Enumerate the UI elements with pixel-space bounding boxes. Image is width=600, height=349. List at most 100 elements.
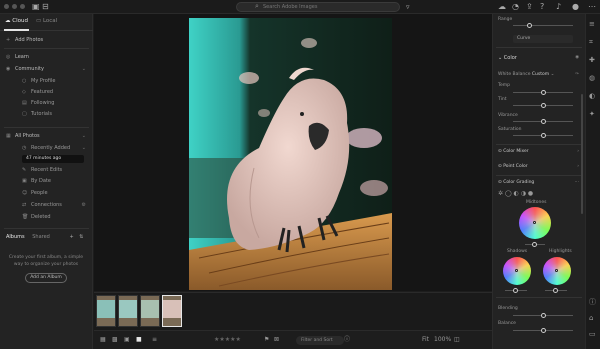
notifications-icon[interactable]: ♪	[556, 2, 561, 12]
sidebar-item-featured[interactable]: ◇ Featured	[22, 89, 53, 95]
sidebar-toggle-icon[interactable]: ▣	[32, 2, 40, 12]
filmstrip-thumbnail[interactable]	[140, 295, 160, 327]
color-mixer-row[interactable]: ⊙ Color Mixer	[498, 149, 529, 154]
balance-slider[interactable]	[513, 328, 573, 333]
sidebar-item-community[interactable]: ◉ Community ⌄	[6, 66, 86, 72]
activity-icon[interactable]: ◔	[512, 2, 519, 12]
healing-icon[interactable]: ✚	[589, 56, 595, 64]
tab-albums[interactable]: Albums	[6, 234, 25, 240]
midtones-color-wheel[interactable]	[519, 207, 551, 239]
presets-icon[interactable]: ◐	[589, 92, 595, 100]
tab-shared[interactable]: Shared	[32, 234, 50, 240]
tab-local[interactable]: ▭ Local	[36, 18, 57, 24]
clock-icon: ◷	[22, 145, 27, 151]
single-view-icon[interactable]: ■	[136, 336, 142, 344]
blending-slider[interactable]	[513, 313, 573, 318]
sidebar-item-recent-edits[interactable]: ✎ Recent Edits	[22, 167, 62, 173]
point-color-row[interactable]: ⊙ Point Color	[498, 164, 528, 169]
tag-icon[interactable]: ⌂	[589, 314, 593, 322]
filmstrip-thumbnail-selected[interactable]	[162, 295, 182, 327]
grading-mode-icons[interactable]: ✲ ◯ ◐ ◑ ●	[498, 190, 533, 197]
fit-button[interactable]: Fit	[422, 336, 429, 344]
sort-icon[interactable]: ⇅	[79, 234, 83, 240]
info-icon[interactable]: ⓘ	[344, 336, 350, 344]
slider-knob[interactable]	[541, 313, 546, 318]
saturation-slider[interactable]	[513, 133, 573, 138]
slider-knob[interactable]	[513, 288, 518, 293]
slider-knob[interactable]	[532, 242, 537, 247]
masking-icon[interactable]: ◍	[589, 74, 595, 82]
color-section-header[interactable]: ⌄ Color	[498, 55, 517, 61]
slider-knob[interactable]	[527, 23, 532, 28]
search-input[interactable]: ⌕ Search Adobe Images	[236, 2, 400, 12]
eyedropper-icon[interactable]: ✑	[575, 72, 579, 77]
sidebar-item-my-profile[interactable]: ○ My Profile	[22, 78, 55, 84]
color-grading-row[interactable]: ⊙ Color Grading	[498, 180, 534, 185]
vibrance-slider[interactable]	[513, 119, 573, 124]
slider-knob[interactable]	[541, 103, 546, 108]
zoom-level[interactable]: 100%	[434, 336, 451, 344]
sidebar-item-recently-added[interactable]: ◷ Recently Added ⌄	[22, 145, 86, 151]
shadows-luminance-slider[interactable]	[505, 288, 527, 293]
sort-icon[interactable]: ≡	[152, 336, 157, 344]
detail-view-icon[interactable]: ▣	[124, 336, 130, 344]
add-photos-button[interactable]: + Add Photos	[6, 37, 43, 43]
minimize-window-button[interactable]	[12, 4, 17, 9]
sidebar-item-all-photos[interactable]: ▦ All Photos ⌄	[6, 133, 86, 139]
compare-icon[interactable]: ◫	[454, 336, 460, 344]
temp-slider[interactable]	[513, 90, 573, 95]
highlights-color-wheel[interactable]	[543, 257, 571, 285]
new-album-button[interactable]: Add an Album	[25, 273, 67, 283]
slider-knob[interactable]	[541, 133, 546, 138]
highlights-luminance-slider[interactable]	[545, 288, 567, 293]
connections-settings-icon[interactable]: ⚙	[82, 202, 86, 208]
wheel-handle[interactable]	[515, 269, 518, 272]
range-slider[interactable]	[513, 23, 573, 28]
slider-knob[interactable]	[541, 328, 546, 333]
filmstrip-thumbnail[interactable]	[118, 295, 138, 327]
remove-icon[interactable]: ✦	[589, 110, 595, 118]
filter-input[interactable]: Filter and Sort	[296, 336, 344, 345]
slider-knob[interactable]	[541, 119, 546, 124]
sidebar-item-by-date[interactable]: ▣ By Date	[22, 178, 51, 184]
eye-icon[interactable]: ◉	[575, 55, 579, 60]
midtones-luminance-slider[interactable]	[525, 242, 545, 247]
filmstrip-thumbnail[interactable]	[96, 295, 116, 327]
sidebar-item-following[interactable]: ▤ Following	[22, 100, 54, 106]
panel-toggle-icon[interactable]: ⊟	[42, 2, 49, 12]
tab-cloud[interactable]: ☁ Cloud	[5, 18, 28, 24]
crop-icon[interactable]: ⌗	[589, 38, 593, 46]
help-icon[interactable]: ?	[540, 2, 544, 12]
edit-sliders-icon[interactable]: ≡	[589, 20, 595, 28]
sidebar-item-learn[interactable]: ◎ Learn	[6, 54, 29, 60]
sidebar-item-tutorials[interactable]: ▢ Tutorials	[22, 111, 52, 117]
close-window-button[interactable]	[4, 4, 9, 9]
square-grid-icon[interactable]: ▩	[112, 336, 118, 344]
reject-icon[interactable]: ⊠	[274, 336, 279, 344]
flag-icon[interactable]: ⚑	[264, 336, 269, 344]
panel-scrollbar[interactable]	[581, 94, 583, 214]
zoom-window-button[interactable]	[20, 4, 25, 9]
slider-knob[interactable]	[541, 90, 546, 95]
sidebar-item-people[interactable]: ☺ People	[22, 190, 48, 196]
tint-slider[interactable]	[513, 103, 573, 108]
wheel-handle[interactable]	[533, 221, 536, 224]
add-album-icon[interactable]: +	[69, 234, 73, 240]
filter-icon[interactable]: ▿	[406, 2, 410, 12]
share-icon[interactable]: ⇪	[526, 2, 533, 12]
curve-dropdown[interactable]: Curve	[513, 35, 573, 43]
user-avatar-icon[interactable]: ●	[572, 2, 579, 12]
sidebar-item-connections[interactable]: ⇄ Connections ⚙	[22, 202, 86, 208]
cloud-sync-icon[interactable]: ☁	[498, 2, 506, 12]
sidebar-item-deleted[interactable]: 🗑 Deleted	[22, 214, 51, 220]
rating-stars[interactable]: ★★★★★	[214, 336, 241, 344]
comment-icon[interactable]: ▭	[589, 330, 596, 338]
wheel-handle[interactable]	[555, 269, 558, 272]
shadows-color-wheel[interactable]	[503, 257, 531, 285]
slider-knob[interactable]	[553, 288, 558, 293]
main-photo[interactable]	[189, 18, 392, 290]
info-icon[interactable]: ⓘ	[589, 298, 596, 306]
more-icon[interactable]: ⋯	[575, 180, 580, 185]
more-icon[interactable]: ⋯	[588, 2, 596, 12]
grid-view-icon[interactable]: ▦	[100, 336, 106, 344]
